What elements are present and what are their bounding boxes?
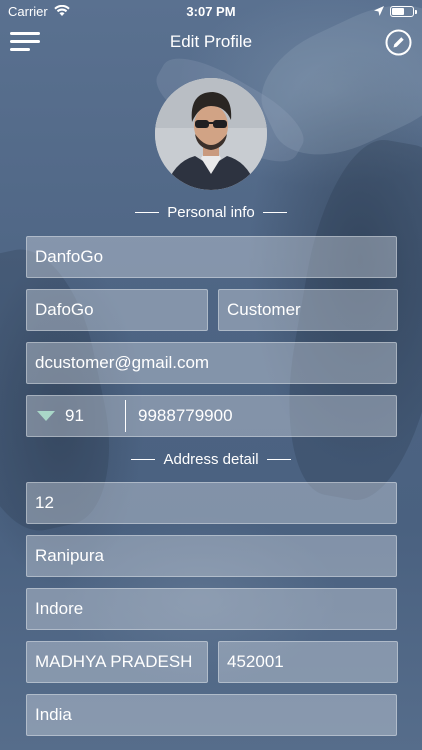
area-value: Ranipura [35, 546, 104, 565]
battery-icon [390, 5, 417, 17]
section-title: Address detail [163, 451, 259, 468]
phone-field[interactable]: 91 9988779900 [26, 395, 397, 437]
profile-photo [155, 78, 267, 190]
country-field[interactable]: India [26, 694, 397, 736]
pincode-value: 452001 [227, 652, 284, 671]
state-value: MADHYA PRADESH [35, 652, 193, 671]
status-bar: Carrier 3:07 PM [0, 0, 422, 22]
status-right [374, 5, 417, 17]
first-name-value: DafoGo [35, 300, 94, 319]
section-header-address-detail: Address detail [0, 451, 422, 468]
house-number-value: 12 [35, 493, 54, 512]
page-title: Edit Profile [169, 32, 253, 51]
divider-line [131, 459, 156, 460]
email-field[interactable]: dcustomer@gmail.com [26, 342, 397, 384]
country-code-dropdown-icon[interactable] [37, 411, 55, 421]
role-value: Customer [227, 300, 301, 319]
location-arrow-icon [374, 6, 384, 16]
wifi-icon [54, 5, 70, 16]
country-value: India [35, 705, 72, 724]
status-left: Carrier [8, 4, 70, 19]
battery-level [392, 7, 404, 15]
pencil-edit-icon[interactable] [385, 29, 412, 56]
city-field[interactable]: Indore [26, 588, 397, 630]
profile-avatar[interactable] [155, 78, 267, 190]
first-name-field[interactable]: DafoGo [26, 289, 208, 331]
divider-line [266, 459, 291, 460]
state-field[interactable]: MADHYA PRADESH [26, 641, 208, 683]
display-name-value: DanfoGo [35, 247, 104, 266]
navigation-bar: Edit Profile [0, 22, 422, 62]
pincode-field[interactable]: 452001 [218, 641, 398, 683]
house-number-field[interactable]: 12 [26, 482, 397, 524]
city-value: Indore [35, 599, 84, 618]
divider-line [262, 212, 287, 213]
email-value: dcustomer@gmail.com [35, 353, 210, 372]
section-title: Personal info [167, 204, 255, 221]
hamburger-menu-icon[interactable] [10, 30, 42, 54]
area-field[interactable]: Ranipura [26, 535, 397, 577]
country-code-value[interactable]: 91 [65, 406, 125, 426]
phone-value[interactable]: 9988779900 [138, 406, 233, 426]
phone-divider [125, 400, 126, 432]
section-header-personal-info: Personal info [0, 204, 422, 221]
divider-line [135, 212, 160, 213]
carrier-label: Carrier [8, 3, 48, 19]
role-field[interactable]: Customer [218, 289, 398, 331]
display-name-field[interactable]: DanfoGo [26, 236, 397, 278]
